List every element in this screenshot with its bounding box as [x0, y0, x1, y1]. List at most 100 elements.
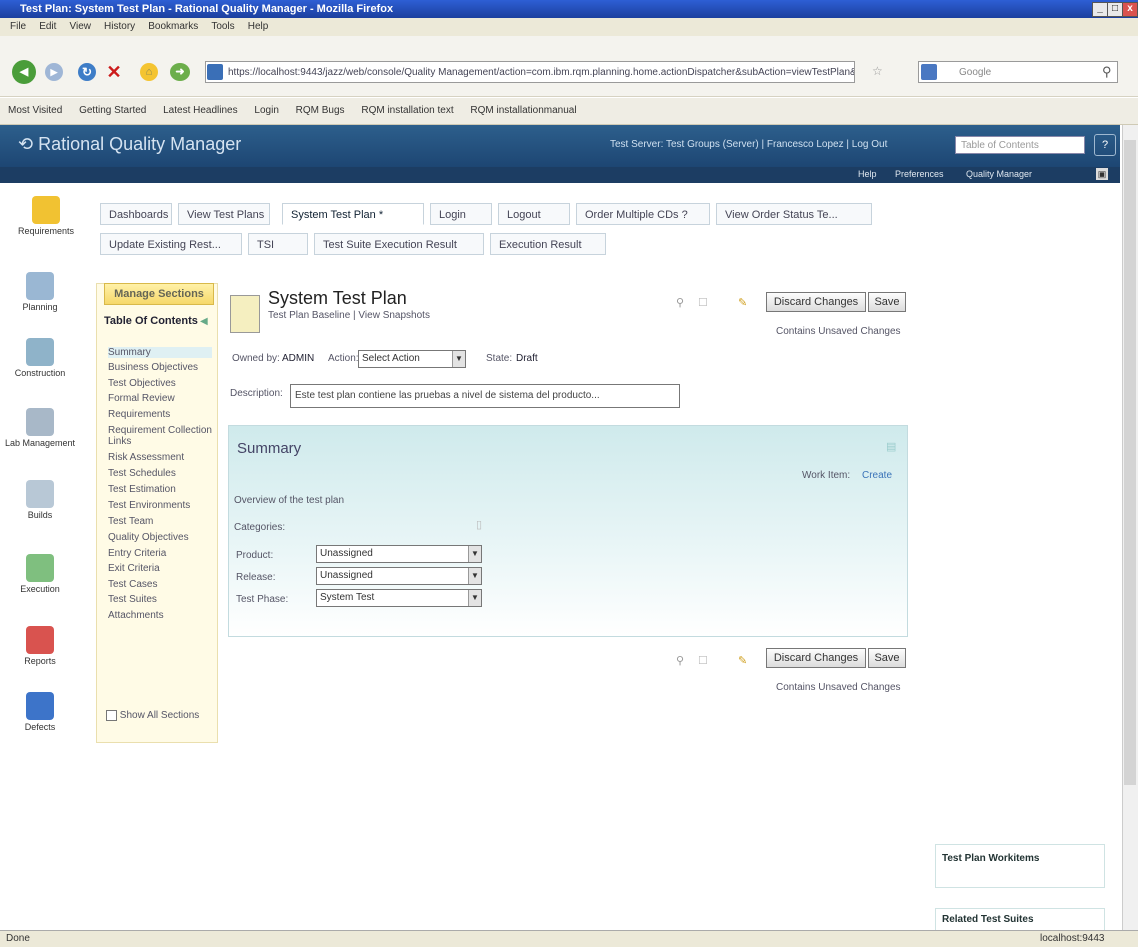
- tab-order-multiple-cds[interactable]: Order Multiple CDs ?: [576, 203, 710, 225]
- quality-manager-link[interactable]: Quality Manager: [966, 169, 1032, 179]
- tab-dashboards[interactable]: Dashboards: [100, 203, 172, 225]
- bookmark-star-icon[interactable]: ☆: [872, 64, 883, 78]
- toc-item-risk-assessment[interactable]: Risk Assessment: [108, 452, 212, 463]
- back-icon[interactable]: ◀: [12, 60, 36, 84]
- tab-system-test-plan[interactable]: System Test Plan *: [282, 203, 424, 225]
- app-search-input[interactable]: Table of Contents: [955, 136, 1085, 154]
- test-phase-select[interactable]: System Test: [316, 589, 482, 607]
- link-icon-bottom[interactable]: ⚲: [676, 654, 684, 667]
- product-select[interactable]: Unassigned: [316, 545, 482, 563]
- page-subtitle[interactable]: Test Plan Baseline | View Snapshots: [268, 310, 430, 321]
- toc-item-business-objectives[interactable]: Business Objectives: [108, 362, 212, 373]
- section-options-icon[interactable]: ▤: [886, 440, 896, 453]
- rail-reports[interactable]: Reports: [0, 626, 80, 666]
- menu-bookmarks[interactable]: Bookmarks: [148, 21, 198, 32]
- toc-item-test-environments[interactable]: Test Environments: [108, 500, 212, 511]
- bookmark-latest-headlines[interactable]: Latest Headlines: [163, 105, 238, 116]
- edit-icon[interactable]: ✎: [738, 296, 747, 309]
- menu-help[interactable]: Help: [248, 21, 269, 32]
- bookmark-most-visited[interactable]: Most Visited: [8, 105, 62, 116]
- edit-icon-bottom[interactable]: ✎: [738, 654, 747, 667]
- action-select[interactable]: Select Action: [358, 350, 466, 368]
- tab-view-test-plans[interactable]: View Test Plans: [178, 203, 270, 225]
- search-engine-icon[interactable]: [921, 64, 937, 80]
- toc-collapse-icon[interactable]: ◀: [200, 316, 208, 327]
- download-icon[interactable]: ➜: [170, 63, 190, 81]
- tab-tsi[interactable]: TSI: [248, 233, 308, 255]
- toc-item-test-estimation[interactable]: Test Estimation: [108, 484, 212, 495]
- tab-view-order-status[interactable]: View Order Status Te...: [716, 203, 872, 225]
- rail-builds[interactable]: Builds: [0, 480, 80, 520]
- help-icon[interactable]: ?: [1094, 134, 1116, 156]
- minimize-button[interactable]: _: [1092, 2, 1108, 17]
- lock-icon-bottom[interactable]: ☐: [698, 654, 708, 667]
- discard-changes-button-bottom[interactable]: Discard Changes: [766, 648, 866, 668]
- toc-item-summary[interactable]: Summary: [108, 347, 212, 358]
- show-all-checkbox[interactable]: [106, 710, 117, 721]
- browser-search-input[interactable]: Google: [918, 61, 1118, 83]
- discard-changes-button[interactable]: Discard Changes: [766, 292, 866, 312]
- bookmark-login[interactable]: Login: [254, 105, 278, 116]
- toc-item-test-schedules[interactable]: Test Schedules: [108, 468, 212, 479]
- toc-item-attachments[interactable]: Attachments: [108, 610, 212, 621]
- toc-item-requirements[interactable]: Requirements: [108, 409, 212, 420]
- rail-lab-management[interactable]: Lab Management: [0, 408, 80, 448]
- stop-icon[interactable]: ✕: [105, 63, 123, 81]
- rail-defects[interactable]: Defects: [0, 692, 80, 732]
- collapse-icon[interactable]: ▣: [1096, 168, 1108, 180]
- rail-execution[interactable]: Execution: [0, 554, 80, 594]
- url-input[interactable]: https://localhost:9443/jazz/web/console/…: [205, 61, 855, 83]
- bookmark-rqm-installation-text[interactable]: RQM installation text: [361, 105, 453, 116]
- menu-tools[interactable]: Tools: [211, 21, 234, 32]
- help-link[interactable]: Help: [858, 169, 877, 179]
- rail-planning[interactable]: Planning: [0, 272, 80, 312]
- toc-item-test-objectives[interactable]: Test Objectives: [108, 378, 212, 389]
- description-field[interactable]: Este test plan contiene las pruebas a ni…: [290, 384, 680, 408]
- maximize-button[interactable]: □: [1107, 2, 1123, 17]
- home-icon[interactable]: ⌂: [140, 63, 158, 81]
- forward-icon[interactable]: ▶: [45, 63, 63, 81]
- tab-update-existing[interactable]: Update Existing Rest...: [100, 233, 242, 255]
- tab-logout[interactable]: Logout: [498, 203, 570, 225]
- reload-icon[interactable]: ↻: [78, 63, 96, 81]
- tab-login[interactable]: Login: [430, 203, 492, 225]
- save-button[interactable]: Save: [868, 292, 906, 312]
- menu-file[interactable]: File: [10, 21, 26, 32]
- user-links[interactable]: Test Server: Test Groups (Server) | Fran…: [610, 139, 887, 150]
- menu-edit[interactable]: Edit: [39, 21, 56, 32]
- tab-test-suite-execution-result[interactable]: Test Suite Execution Result: [314, 233, 484, 255]
- manage-sections-button[interactable]: Manage Sections: [104, 283, 214, 305]
- lock-icon[interactable]: ☐: [698, 296, 708, 309]
- menu-view[interactable]: View: [69, 21, 91, 32]
- release-select[interactable]: Unassigned: [316, 567, 482, 585]
- toc-item-test-cases[interactable]: Test Cases: [108, 579, 212, 590]
- toc-item-formal-review[interactable]: Formal Review: [108, 393, 212, 404]
- close-window-button[interactable]: x: [1122, 2, 1138, 17]
- status-host: localhost:9443: [1040, 933, 1105, 944]
- categories-edit-icon[interactable]: ▯: [476, 518, 482, 531]
- search-icon[interactable]: ⚲: [1102, 64, 1112, 80]
- toc-item-entry-criteria[interactable]: Entry Criteria: [108, 548, 212, 559]
- toc-item-test-team[interactable]: Test Team: [108, 516, 212, 527]
- bookmark-getting-started[interactable]: Getting Started: [79, 105, 146, 116]
- bookmark-rqm-installation-manual[interactable]: RQM installationmanual: [470, 105, 576, 116]
- toc-item-quality-objectives[interactable]: Quality Objectives: [108, 532, 212, 543]
- execution-icon: [26, 554, 54, 582]
- preferences-link[interactable]: Preferences: [895, 169, 944, 179]
- bookmark-rqm-bugs[interactable]: RQM Bugs: [296, 105, 345, 116]
- rail-requirements[interactable]: Requirements: [6, 196, 86, 236]
- menu-history[interactable]: History: [104, 21, 135, 32]
- scrollbar-thumb[interactable]: [1124, 140, 1136, 785]
- toc-item-exit-criteria[interactable]: Exit Criteria: [108, 563, 212, 574]
- save-button-bottom[interactable]: Save: [868, 648, 906, 668]
- tab-execution-result[interactable]: Execution Result: [490, 233, 606, 255]
- toc-item-test-suites[interactable]: Test Suites: [108, 594, 212, 605]
- link-icon[interactable]: ⚲: [676, 296, 684, 309]
- defects-icon: [26, 692, 54, 720]
- toc-item-requirement-collection-links[interactable]: Requirement Collection Links: [108, 425, 212, 447]
- show-all-sections[interactable]: Show All Sections: [106, 710, 199, 721]
- bookmarks-toolbar: Most Visited Getting Started Latest Head…: [0, 98, 1138, 125]
- rail-construction[interactable]: Construction: [0, 338, 80, 378]
- work-item-create-link[interactable]: Create: [862, 470, 892, 481]
- page-title: System Test Plan: [268, 288, 407, 308]
